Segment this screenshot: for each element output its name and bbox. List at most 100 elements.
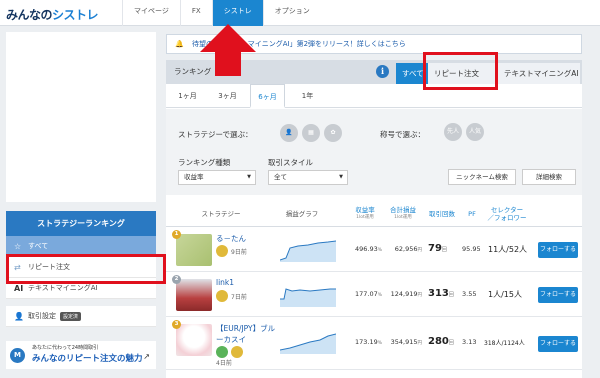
red-arrow-annotation xyxy=(200,24,256,76)
selector-follower-value: 11人/52人 xyxy=(488,245,528,254)
col-selector[interactable]: セレクター ／フォロワー xyxy=(484,200,530,227)
pf-value: 95.95 xyxy=(462,245,481,253)
brand-icon: M xyxy=(10,347,25,363)
trade-style-value: 全て xyxy=(274,173,287,181)
title-badge-pioneer[interactable]: 先人 xyxy=(444,123,462,141)
detail-search-button[interactable]: 詳細検索 xyxy=(522,169,576,185)
follow-button[interactable]: フォローする xyxy=(538,242,578,258)
trades-value: 79回 xyxy=(428,243,447,254)
sidebar-item-label: すべて xyxy=(28,242,49,250)
period-tab-3m[interactable]: 3ヶ月 xyxy=(210,84,245,108)
ai-icon: AI xyxy=(14,283,24,293)
ranking-type-value: 収益率 xyxy=(184,173,204,181)
return-rate-value: 177.07% xyxy=(354,290,382,298)
strategy-name[interactable]: link1 xyxy=(216,278,234,287)
sidebar-item-trade-settings[interactable]: 👤 取引設定 設定済 xyxy=(6,306,156,327)
filter-area: ストラテジーで選ぶ： 👤 ▦ ✿ 称号で選ぶ： 先人 人気 ランキング種類 収益… xyxy=(166,109,582,195)
strategy-name-line2: ーカスイ xyxy=(216,335,246,344)
star-icon: ☆ xyxy=(14,241,22,251)
trade-style-label: 取引スタイル xyxy=(268,158,313,167)
col-pf[interactable]: PF xyxy=(462,200,482,227)
avatar xyxy=(216,245,228,257)
strategy-name[interactable]: 【EUR/JPY】ブル ーカスイ xyxy=(216,323,275,345)
trades-value: 280回 xyxy=(428,336,454,347)
return-rate-value: 173.19% xyxy=(354,338,382,346)
profit-sparkline xyxy=(280,288,336,307)
total-pl-value: 62,956円 xyxy=(394,245,422,253)
title-filter-label: 称号で選ぶ： xyxy=(380,130,425,139)
trades-value: 313回 xyxy=(428,288,454,299)
filter-paw-icon[interactable]: ✿ xyxy=(324,124,342,142)
return-rate-value: 496.93% xyxy=(354,245,382,253)
info-icon[interactable]: i xyxy=(376,65,389,78)
nickname-search-button[interactable]: ニックネーム検索 xyxy=(448,169,516,185)
rank-badge: 1 xyxy=(172,230,181,239)
logo-main: みんなの xyxy=(6,8,53,22)
top-header: みんなのシストレ マイページ FX シストレ オプション xyxy=(0,0,600,26)
strategy-thumbnail xyxy=(176,324,212,356)
profit-sparkline xyxy=(280,333,336,354)
strategy-thumbnail xyxy=(176,279,212,311)
strategy-thumbnail xyxy=(176,234,212,266)
sidebar-item-label: 取引設定 xyxy=(28,312,56,320)
strategy-name[interactable]: る－たん xyxy=(216,233,246,244)
period-tabs: 1ヶ月 3ヶ月 6ヶ月 1年 xyxy=(166,84,582,108)
strategy-age: 9日前 xyxy=(231,248,247,256)
strategy-meta: 9日前 xyxy=(216,245,247,257)
strategy-age: 4日前 xyxy=(216,360,232,367)
follow-button[interactable]: フォローする xyxy=(538,287,578,303)
strategy-filter-label: ストラテジーで選ぶ： xyxy=(178,130,253,139)
status-badge: 設定済 xyxy=(60,311,82,321)
col-return-rate[interactable]: 収益率 1lot運用 xyxy=(348,200,382,227)
profit-sparkline xyxy=(280,240,336,262)
tab-text-mining[interactable]: テキストマイニングAI xyxy=(498,63,580,84)
filter-user-icon[interactable]: 👤 xyxy=(280,124,298,142)
repeat-order-banner[interactable]: M あなたに代わって24時間取引 みんなのリピート注文の魅力 ↗ xyxy=(6,341,156,369)
trade-style-select[interactable]: 全て ▼ xyxy=(268,170,348,185)
site-logo[interactable]: みんなのシストレ xyxy=(6,6,99,23)
sidebar-title: ストラテジーランキング xyxy=(6,211,156,236)
period-tab-6m[interactable]: 6ヶ月 xyxy=(250,84,285,108)
caret-down-icon: ▼ xyxy=(339,174,343,180)
total-pl-value: 354,915円 xyxy=(390,338,422,346)
bell-icon: 🔔 xyxy=(175,40,184,48)
rank-badge: 2 xyxy=(172,275,181,284)
nav-option[interactable]: オプション xyxy=(262,0,321,26)
avatar xyxy=(216,346,228,358)
sidebar-item-label: テキストマイニングAI xyxy=(28,284,98,292)
selector-follower-value: 1人/15人 xyxy=(488,290,522,299)
col-return-rate-label: 収益率 xyxy=(355,205,375,214)
highlight-box-repeat-tab xyxy=(423,52,498,90)
strategy-meta: 7日前 xyxy=(216,290,247,302)
pf-value: 3.13 xyxy=(462,338,477,346)
strategy-name-line1: 【EUR/JPY】ブル xyxy=(216,324,276,333)
col-total-pl[interactable]: 合計損益 1lot運用 xyxy=(386,200,420,227)
filter-building-icon[interactable]: ▦ xyxy=(302,124,320,142)
ranking-table-header: ストラテジー 損益グラフ 収益率 1lot運用 合計損益 1lot運用 取引回数… xyxy=(166,200,582,227)
caret-down-icon: ▼ xyxy=(247,174,251,180)
col-total-pl-sub: 1lot運用 xyxy=(394,214,412,220)
sidebar-ad-area xyxy=(6,32,156,202)
table-row[interactable]: 3 【EUR/JPY】ブル ーカスイ 4日前 173.19% 354,915円 … xyxy=(166,318,582,370)
col-trades[interactable]: 取引回数 xyxy=(424,200,460,227)
external-link-icon: ↗ xyxy=(143,352,150,361)
total-pl-value: 124,919円 xyxy=(390,290,422,298)
user-icon: 👤 xyxy=(14,311,24,321)
nav-mypage[interactable]: マイページ xyxy=(122,0,180,26)
col-strategy: ストラテジー xyxy=(201,209,241,218)
avatar xyxy=(231,346,243,358)
col-total-pl-label: 合計損益 xyxy=(390,205,416,214)
period-tab-1m[interactable]: 1ヶ月 xyxy=(170,84,205,108)
period-tab-1y[interactable]: 1年 xyxy=(290,84,325,108)
rank-badge: 3 xyxy=(172,320,181,329)
ranking-type-select[interactable]: 収益率 ▼ xyxy=(178,170,256,185)
table-row[interactable]: 1 る－たん 9日前 496.93% 62,956円 79回 95.95 11人… xyxy=(166,228,582,272)
follow-button[interactable]: フォローする xyxy=(538,336,578,352)
title-badge-popular[interactable]: 人気 xyxy=(466,123,484,141)
col-return-rate-sub: 1lot運用 xyxy=(356,214,374,220)
banner-title: みんなのリピート注文の魅力 xyxy=(32,354,143,364)
table-row[interactable]: 2 link1 7日前 177.07% 124,919円 313回 3.55 1… xyxy=(166,273,582,317)
col-selector-label: セレクター xyxy=(490,205,524,214)
ranking-panel: ランキング i すべて リピート注文 テキストマイニングAI 1ヶ月 3ヶ月 6… xyxy=(166,60,582,378)
ranking-type-label: ランキング種類 xyxy=(178,158,231,167)
